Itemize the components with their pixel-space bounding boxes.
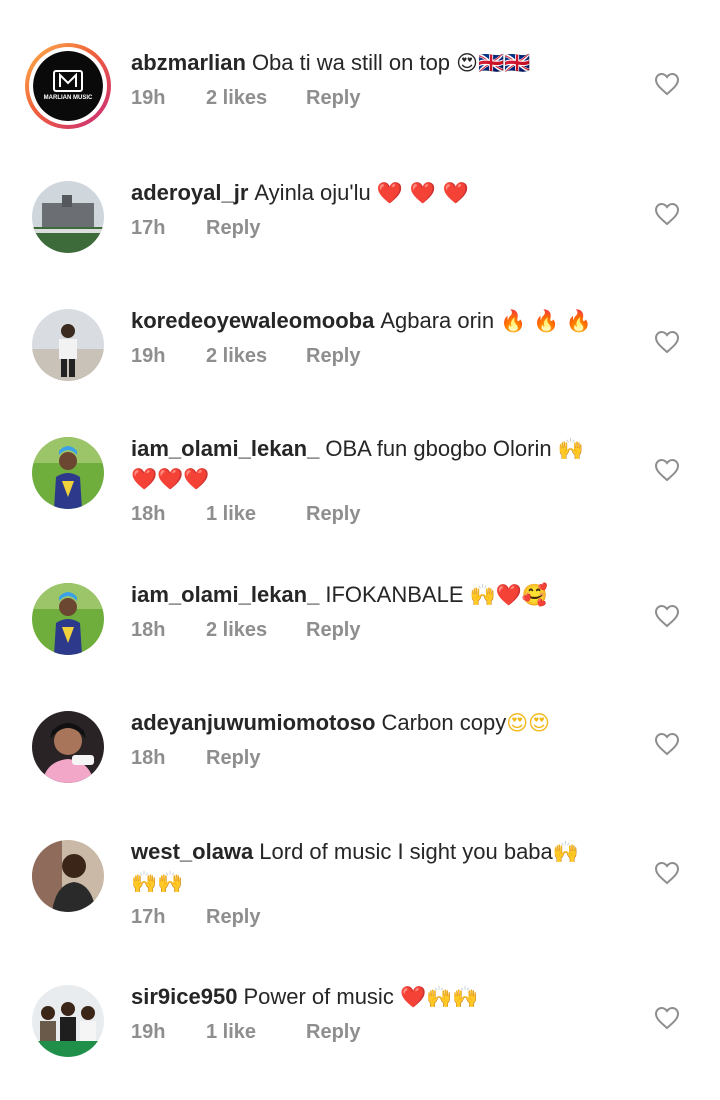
comment-text: IFOKANBALE	[325, 582, 464, 607]
avatar[interactable]: MARLIAN MUSIC	[25, 43, 111, 129]
comment-item: sir9ice950 Power of music ❤️🙌🙌 19h 1 like…	[0, 982, 720, 1092]
heart-outline-icon[interactable]	[654, 72, 680, 96]
comment-item: west_olawa Lord of music I sight you baba…	[0, 837, 720, 967]
comment-item: MARLIAN MUSIC abzmarlian Oba ti wa still …	[0, 40, 720, 160]
comment-username[interactable]: iam_olami_lekan_	[131, 582, 319, 607]
comment-text: Ayinla oju'lu	[254, 180, 371, 205]
heart-outline-icon[interactable]	[654, 202, 680, 226]
reply-button[interactable]: Reply	[306, 619, 360, 642]
comment-username[interactable]: koredeoyewaleomooba	[131, 308, 374, 333]
comment-time: 19h	[131, 345, 166, 367]
comment-username[interactable]: sir9ice950	[131, 984, 237, 1009]
comment-item: aderoyal_jr Ayinla oju'lu ❤️ ❤️ ❤️ 17h Re…	[0, 178, 720, 288]
comment-username[interactable]: iam_olami_lekan_	[131, 436, 319, 461]
avatar[interactable]	[32, 711, 104, 783]
comment-likes[interactable]: 2 likes	[206, 619, 306, 642]
comment-likes[interactable]: 2 likes	[206, 345, 306, 368]
reply-button[interactable]: Reply	[306, 345, 360, 368]
comment-item: iam_olami_lekan_ IFOKANBALE 🙌❤️🥰 18h 2 li…	[0, 580, 720, 690]
comment-emoji: 🙌🙌	[131, 870, 184, 894]
heart-outline-icon[interactable]	[654, 330, 680, 354]
comment-text: Agbara orin	[380, 308, 495, 333]
reply-button[interactable]: Reply	[206, 217, 260, 240]
comment-text: Carbon copy	[381, 710, 507, 735]
comment-item: iam_olami_lekan_ OBA fun gbogbo Olorin 🙌 …	[0, 434, 720, 564]
avatar[interactable]	[32, 840, 104, 912]
comment-emoji: 🔥 🔥 🔥	[500, 309, 592, 333]
comment-emoji: 😍🇬🇧🇬🇧	[456, 51, 531, 75]
comment-likes[interactable]: 2 likes	[206, 87, 306, 110]
reply-button[interactable]: Reply	[206, 747, 260, 770]
comment-username[interactable]: adeyanjuwumiomotoso	[131, 710, 375, 735]
reply-button[interactable]: Reply	[206, 906, 260, 929]
comment-time: 19h	[131, 87, 166, 109]
comment-emoji: ❤️🙌🙌	[399, 985, 479, 1009]
comment-likes[interactable]: 1 like	[206, 503, 306, 526]
comment-time: 17h	[131, 906, 166, 928]
reply-button[interactable]: Reply	[306, 503, 360, 526]
comment-time: 19h	[131, 1021, 166, 1043]
avatar[interactable]	[32, 309, 104, 381]
heart-outline-icon[interactable]	[654, 458, 680, 482]
avatar[interactable]	[32, 985, 104, 1057]
heart-outline-icon[interactable]	[654, 861, 680, 885]
comment-emoji: ❤️ ❤️ ❤️	[376, 181, 469, 205]
svg-text:MARLIAN MUSIC: MARLIAN MUSIC	[44, 95, 93, 101]
comment-emoji: 😍😍	[506, 711, 551, 735]
comment-likes[interactable]: 1 like	[206, 1021, 306, 1044]
comment-text: Lord of music I sight you baba	[259, 839, 553, 864]
heart-outline-icon[interactable]	[654, 604, 680, 628]
comment-text: Oba ti wa still on top	[251, 50, 451, 75]
reply-button[interactable]: Reply	[306, 87, 360, 110]
comment-emoji: ❤️❤️❤️	[131, 467, 210, 491]
avatar[interactable]	[32, 437, 104, 509]
comment-time: 18h	[131, 619, 166, 641]
heart-outline-icon[interactable]	[654, 1006, 680, 1030]
comment-time: 18h	[131, 503, 166, 525]
heart-outline-icon[interactable]	[654, 732, 680, 756]
comment-emoji: 🙌❤️🥰	[469, 583, 549, 607]
comment-item: koredeoyewaleomooba Agbara orin 🔥 🔥 🔥 19h…	[0, 306, 720, 416]
comment-username[interactable]: aderoyal_jr	[131, 180, 248, 205]
comment-username[interactable]: abzmarlian	[131, 50, 246, 75]
comment-emoji: 🙌	[557, 437, 584, 461]
comment-text: OBA fun gbogbo Olorin	[325, 436, 552, 461]
avatar[interactable]	[32, 181, 104, 253]
comment-time: 18h	[131, 747, 166, 769]
comment-time: 17h	[131, 217, 166, 239]
avatar[interactable]	[32, 583, 104, 655]
reply-button[interactable]: Reply	[306, 1021, 360, 1044]
comment-emoji: 🙌	[552, 840, 579, 864]
comment-item: adeyanjuwumiomotoso Carbon copy😍😍 18h Rep…	[0, 708, 720, 818]
comment-username[interactable]: west_olawa	[131, 839, 253, 864]
comment-text: Power of music	[243, 984, 394, 1009]
